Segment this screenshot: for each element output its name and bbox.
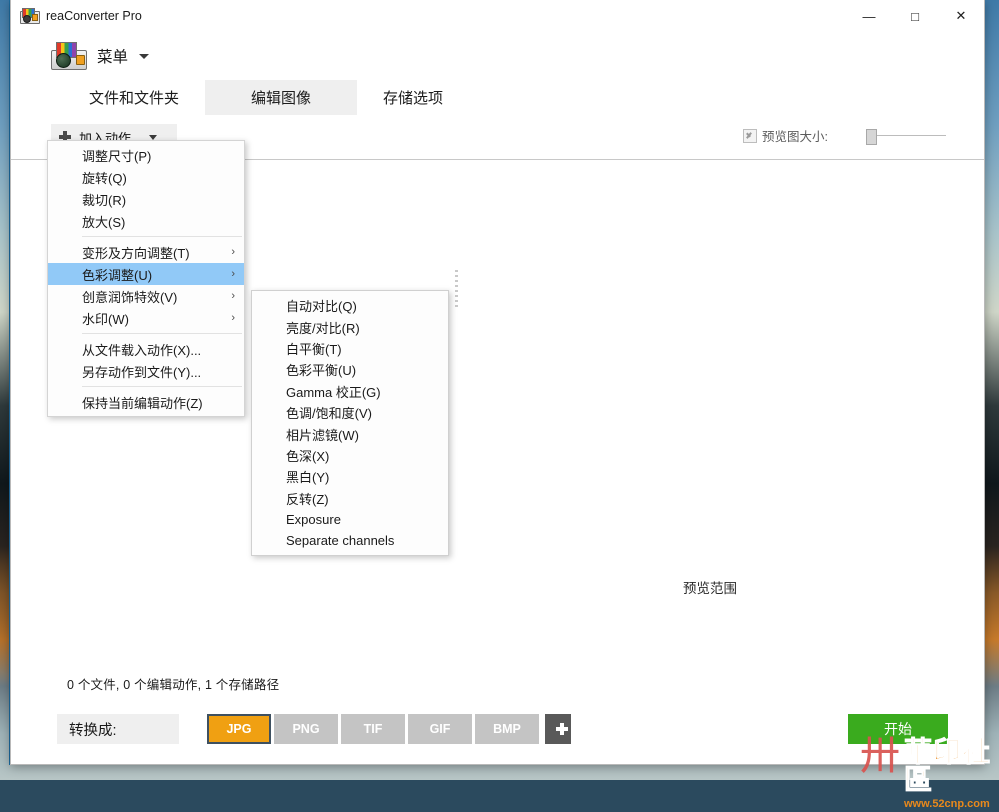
preview-size-slider[interactable] <box>866 128 946 145</box>
close-button[interactable]: ✕ <box>938 0 984 32</box>
menu-item-creative-effects[interactable]: 创意润饰特效(V) › <box>48 285 244 307</box>
tab-bar: 文件和文件夹 编辑图像 存储选项 <box>11 80 984 115</box>
submenu-item-black-and-white[interactable]: 黑白(Y) <box>252 466 448 487</box>
chevron-down-icon[interactable] <box>139 53 150 59</box>
submenu-item-gamma-correction[interactable]: Gamma 校正(G) <box>252 381 448 402</box>
chevron-right-icon: › <box>231 312 235 324</box>
menu-item-label: 调整尺寸(P) <box>82 148 152 164</box>
menu-item-label: 黑白(Y) <box>286 470 330 486</box>
menu-item-label: 另存动作到文件(Y)... <box>82 364 202 380</box>
menu-item-label: 旋转(Q) <box>82 170 127 186</box>
add-action-dropdown-menu[interactable]: 调整尺寸(P) 旋转(Q) 裁切(R) 放大(S) 变形及方向调整(T) › 色… <box>47 140 245 417</box>
tab-save-options[interactable]: 存储选项 <box>357 80 469 115</box>
format-button-bmp[interactable]: BMP <box>475 714 539 744</box>
menu-item-label: 色彩调整(U) <box>82 267 153 283</box>
tab-files-and-folders[interactable]: 文件和文件夹 <box>63 80 205 115</box>
menu-item-label: 白平衡(T) <box>286 341 342 357</box>
menu-item-label: 变形及方向调整(T) <box>82 245 190 261</box>
menu-item-enlarge[interactable]: 放大(S) <box>48 210 244 232</box>
chevron-right-icon: › <box>231 268 235 280</box>
maximize-button[interactable]: □ <box>892 0 938 32</box>
preview-size-checkbox[interactable] <box>743 128 758 143</box>
menu-item-label: 亮度/对比(R) <box>286 320 360 336</box>
submenu-item-photo-filter[interactable]: 相片滤镜(W) <box>252 423 448 444</box>
menu-item-label: 创意润饰特效(V) <box>82 289 178 305</box>
minimize-button[interactable]: — <box>846 0 892 32</box>
watermark-url: www.52cnp.com <box>904 798 990 810</box>
menu-item-label: Separate channels <box>286 533 395 549</box>
menu-item-label: 色深(X) <box>286 448 330 464</box>
app-camera-icon <box>20 8 40 24</box>
start-button[interactable]: 开始 <box>848 714 948 744</box>
submenu-item-exposure[interactable]: Exposure <box>252 509 448 530</box>
submenu-item-hue-saturation[interactable]: 色调/饱和度(V) <box>252 402 448 423</box>
menu-item-watermark[interactable]: 水印(W) › <box>48 307 244 329</box>
menu-item-color-adjust[interactable]: 色彩调整(U) › <box>48 263 244 285</box>
menu-item-label: 色彩平衡(U) <box>286 363 357 379</box>
menu-item-label: 水印(W) <box>82 311 129 327</box>
preview-size-label: 预览图大小: <box>762 130 828 144</box>
add-format-button[interactable] <box>545 714 571 744</box>
menu-item-label: Gamma 校正(G) <box>286 384 381 400</box>
menu-row: 菜单 <box>11 32 984 80</box>
application-window: reaConverter Pro — □ ✕ 菜单 文件和文件夹 编辑图像 存储… <box>10 0 985 765</box>
convert-to-label: 转换成: <box>57 714 179 744</box>
format-button-png[interactable]: PNG <box>274 714 338 744</box>
bottom-bar: 转换成: JPG PNG TIF GIF BMP 开始 <box>11 714 984 758</box>
format-button-jpg[interactable]: JPG <box>207 714 271 744</box>
submenu-item-invert[interactable]: 反转(Z) <box>252 488 448 509</box>
submenu-item-brightness-contrast[interactable]: 亮度/对比(R) <box>252 316 448 337</box>
status-text: 0 个文件, 0 个编辑动作, 1 个存储路径 <box>67 678 280 692</box>
submenu-item-color-depth[interactable]: 色深(X) <box>252 445 448 466</box>
plus-icon <box>556 723 568 735</box>
color-adjust-submenu[interactable]: 自动对比(Q) 亮度/对比(R) 白平衡(T) 色彩平衡(U) Gamma 校正… <box>251 290 449 556</box>
preview-size-control: 预览图大小: <box>743 126 946 145</box>
tab-edit-images[interactable]: 编辑图像 <box>205 80 358 115</box>
slider-thumb[interactable] <box>866 128 877 145</box>
submenu-item-white-balance[interactable]: 白平衡(T) <box>252 338 448 359</box>
format-button-tif[interactable]: TIF <box>341 714 405 744</box>
menu-item-label: 相片滤镜(W) <box>286 427 359 443</box>
menu-item-label: 自动对比(Q) <box>286 299 357 315</box>
app-camera-palette-icon <box>51 42 87 70</box>
action-bar: 加入动作 预览图大小: 调整尺寸(P) 旋转(Q) 裁切(R) 放大(S) 变形… <box>11 114 984 417</box>
menu-separator <box>82 236 242 237</box>
submenu-item-auto-contrast[interactable]: 自动对比(Q) <box>252 295 448 316</box>
menu-item-label: 色调/饱和度(V) <box>286 406 372 422</box>
menu-item-label: 放大(S) <box>82 214 126 230</box>
submenu-item-color-balance[interactable]: 色彩平衡(U) <box>252 359 448 380</box>
submenu-item-separate-channels[interactable]: Separate channels <box>252 530 448 551</box>
menu-item-label: Exposure <box>286 512 341 528</box>
menu-item-rotate[interactable]: 旋转(Q) <box>48 166 244 188</box>
chevron-right-icon: › <box>231 290 235 302</box>
window-controls: — □ ✕ <box>846 0 984 32</box>
menu-item-label: 从文件载入动作(X)... <box>82 342 202 358</box>
window-title: reaConverter Pro <box>46 9 142 23</box>
menu-item-keep-current-actions[interactable]: 保持当前编辑动作(Z) <box>48 391 244 413</box>
menu-item-label: 保持当前编辑动作(Z) <box>82 395 203 411</box>
menu-item-transform-orientation[interactable]: 变形及方向调整(T) › <box>48 241 244 263</box>
menu-separator <box>82 386 242 387</box>
menu-item-save-actions-to-file[interactable]: 另存动作到文件(Y)... <box>48 360 244 382</box>
menu-button-label[interactable]: 菜单 <box>97 45 128 67</box>
menu-separator <box>82 333 242 334</box>
menu-item-resize[interactable]: 调整尺寸(P) <box>48 144 244 166</box>
title-bar: reaConverter Pro — □ ✕ <box>11 0 984 32</box>
chevron-right-icon: › <box>231 246 235 258</box>
menu-item-label: 反转(Z) <box>286 491 329 507</box>
menu-item-label: 裁切(R) <box>82 192 127 208</box>
menu-item-load-actions-from-file[interactable]: 从文件载入动作(X)... <box>48 338 244 360</box>
format-button-gif[interactable]: GIF <box>408 714 472 744</box>
slider-track <box>872 134 946 136</box>
preview-range-label: 预览范围 <box>683 581 737 596</box>
menu-item-crop[interactable]: 裁切(R) <box>48 188 244 210</box>
pane-splitter-handle[interactable] <box>455 270 458 310</box>
chevron-down-icon[interactable] <box>149 134 158 140</box>
